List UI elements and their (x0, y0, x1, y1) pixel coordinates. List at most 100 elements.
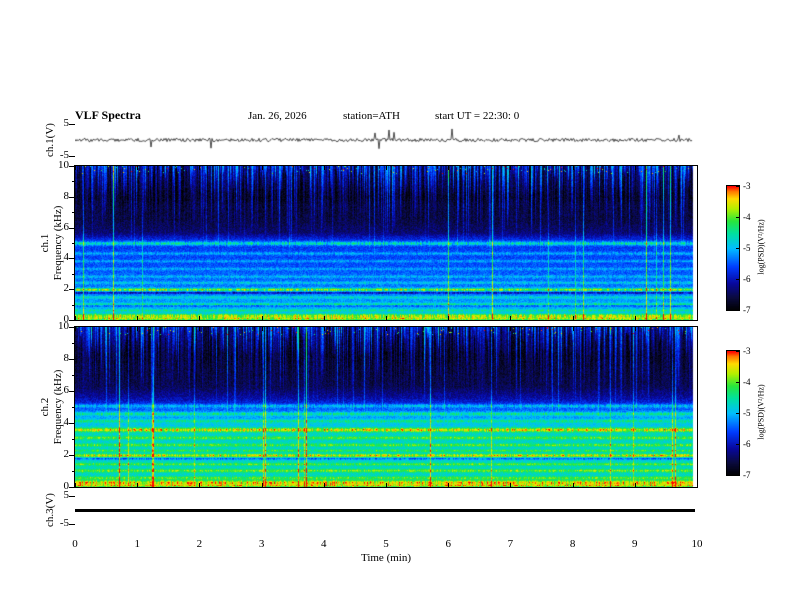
y-tick-label: 8 (63, 352, 70, 364)
x-tick-label: 10 (691, 538, 703, 550)
tick-mark (736, 310, 739, 311)
tick-mark (572, 483, 574, 487)
colorbar-tick-label: -3 (743, 346, 751, 356)
tick-mark (199, 166, 201, 170)
tick-mark (736, 186, 739, 187)
tick-mark (199, 316, 201, 320)
tick-mark (261, 327, 263, 331)
tick-mark (199, 327, 201, 331)
tick-mark (572, 166, 574, 170)
y-tick-label: 4 (63, 251, 70, 264)
tick-mark (137, 316, 139, 320)
tick-mark (634, 483, 636, 487)
x-tick-label: 1 (134, 538, 140, 550)
x-tick-label: 3 (258, 538, 265, 550)
tick-mark (736, 382, 739, 383)
y-tick-label: 5 (63, 489, 70, 501)
spec2-channel-label: ch.2 (39, 397, 51, 417)
figure-title: VLF Spectra (75, 108, 141, 122)
colorbar2-label: log(PSD)(V²/Hz) (756, 384, 766, 440)
tick-mark (72, 304, 75, 306)
y-tick-label: -5 (59, 149, 69, 161)
y-tick-label: 2 (63, 448, 70, 460)
y-tick-label: 5 (63, 117, 70, 129)
x-tick-label: 5 (383, 538, 389, 550)
x-tick-label: 7 (507, 538, 514, 550)
tick-mark (736, 475, 739, 476)
tick-mark (323, 316, 325, 320)
x-tick-label: 4 (321, 538, 327, 550)
tick-mark (572, 316, 574, 320)
tick-mark (697, 483, 698, 487)
colorbar-tick-label: -3 (743, 181, 751, 191)
tick-mark (72, 273, 75, 275)
tick-mark (448, 316, 450, 320)
tick-mark (323, 166, 325, 170)
vlf-spectra-figure: VLF Spectra Jan. 26, 2026 station=ATH st… (0, 0, 792, 612)
colorbar1-label: log(PSD)(V²/Hz) (756, 219, 766, 275)
tick-mark (697, 316, 698, 320)
x-tick-label: 9 (632, 538, 638, 550)
tick-mark (72, 243, 75, 244)
colorbar-tick-label: -6 (743, 274, 751, 284)
x-tick-label: 8 (569, 538, 576, 550)
tick-mark (72, 343, 75, 344)
ch3-flat-trace (75, 509, 695, 512)
colorbar-tick-label: -5 (743, 243, 751, 253)
y-tick-label: -5 (59, 517, 69, 529)
tick-mark (261, 166, 263, 170)
colorbar-tick-label: -4 (743, 212, 751, 222)
tick-mark (72, 375, 75, 376)
tick-mark (386, 316, 387, 320)
tick-mark (72, 181, 75, 183)
tick-mark (69, 391, 75, 392)
tick-mark (510, 483, 512, 487)
header-date: Jan. 26, 2026 (248, 110, 307, 122)
tick-mark (72, 439, 75, 440)
tick-mark (572, 327, 574, 331)
y-tick-label: 2 (63, 282, 70, 295)
tick-mark (323, 327, 325, 331)
tick-mark (69, 124, 75, 125)
tick-mark (323, 483, 325, 487)
tick-mark (69, 524, 75, 525)
time-axis-label: Time (min) (360, 552, 412, 564)
tick-mark (69, 166, 75, 167)
tick-mark (69, 496, 75, 497)
tick-mark (75, 316, 76, 320)
tick-mark (69, 359, 75, 360)
ch3-volts-axis-label: ch.3(V) (44, 493, 56, 527)
tick-mark (69, 196, 75, 198)
tick-mark (137, 327, 139, 331)
tick-mark (69, 289, 75, 291)
tick-mark (736, 248, 739, 249)
tick-mark (69, 227, 75, 229)
tick-mark (448, 327, 450, 331)
tick-mark (736, 351, 739, 352)
y-tick-label: 8 (63, 189, 70, 202)
tick-mark (510, 316, 512, 320)
x-tick-label: 0 (72, 538, 78, 550)
tick-mark (69, 423, 75, 424)
x-tick-label: 2 (196, 538, 203, 550)
colorbar-tick-label: -7 (743, 305, 751, 315)
tick-mark (72, 212, 75, 214)
colorbar-tick-label: -6 (743, 439, 751, 449)
colorbar-tick-label: -4 (743, 377, 751, 387)
tick-mark (697, 327, 698, 331)
tick-mark (510, 166, 512, 170)
y-tick-label: 10 (58, 320, 69, 332)
tick-mark (69, 487, 75, 488)
tick-mark (137, 166, 139, 170)
ch2-spectrogram-canvas (74, 326, 698, 488)
tick-mark (386, 327, 387, 331)
tick-mark (72, 471, 75, 472)
tick-mark (448, 166, 450, 170)
y-tick-label: 6 (63, 220, 70, 233)
tick-mark (697, 166, 698, 170)
y-tick-label: 4 (63, 416, 70, 428)
tick-mark (72, 407, 75, 408)
tick-mark (736, 444, 739, 445)
tick-mark (736, 279, 739, 280)
ch1-waveform-canvas (75, 123, 697, 157)
